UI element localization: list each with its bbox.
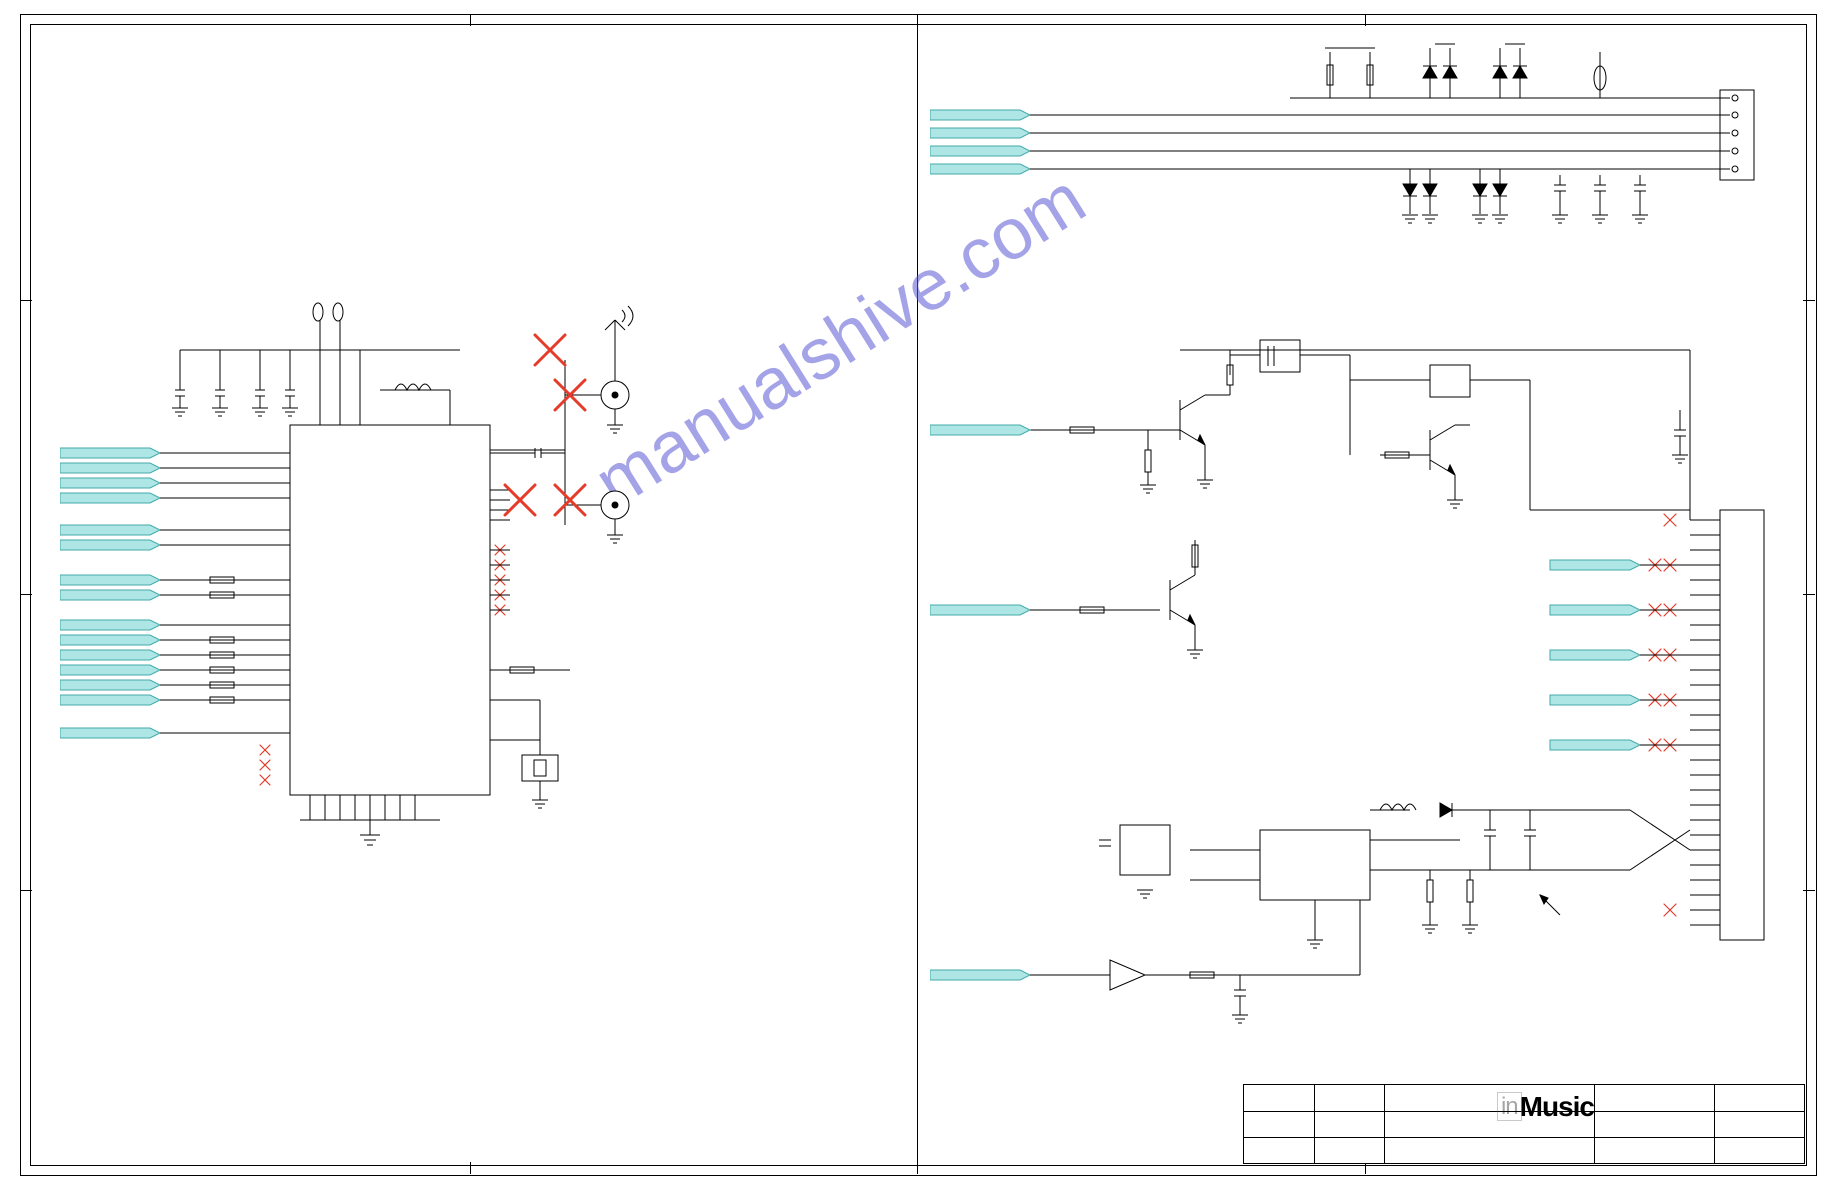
brand-logo: inMusic [1497,1091,1594,1123]
ic-block [290,425,490,795]
dnp-markers [505,335,585,515]
frame-tick [20,594,32,595]
left-schematic [60,300,700,860]
right-top-schematic [930,40,1800,270]
frame-tick [20,890,32,891]
brand-logo-prefix: in [1497,1092,1522,1121]
frame-tick [1803,890,1815,891]
schematic-sheet: manualshive.com [0,0,1835,1188]
frame-tick [1365,14,1366,26]
brand-logo-main: Music [1520,1091,1594,1122]
sheet-divider [917,14,918,1174]
title-block: inMusic [1243,1084,1805,1164]
regulator-ic [1260,830,1370,900]
frame-tick [470,14,471,26]
frame-tick [20,300,32,301]
frame-tick [1803,300,1815,301]
board-connector [1720,510,1764,940]
frame-tick [1803,594,1815,595]
right-main-schematic [930,310,1800,1070]
frame-tick [470,1162,471,1174]
